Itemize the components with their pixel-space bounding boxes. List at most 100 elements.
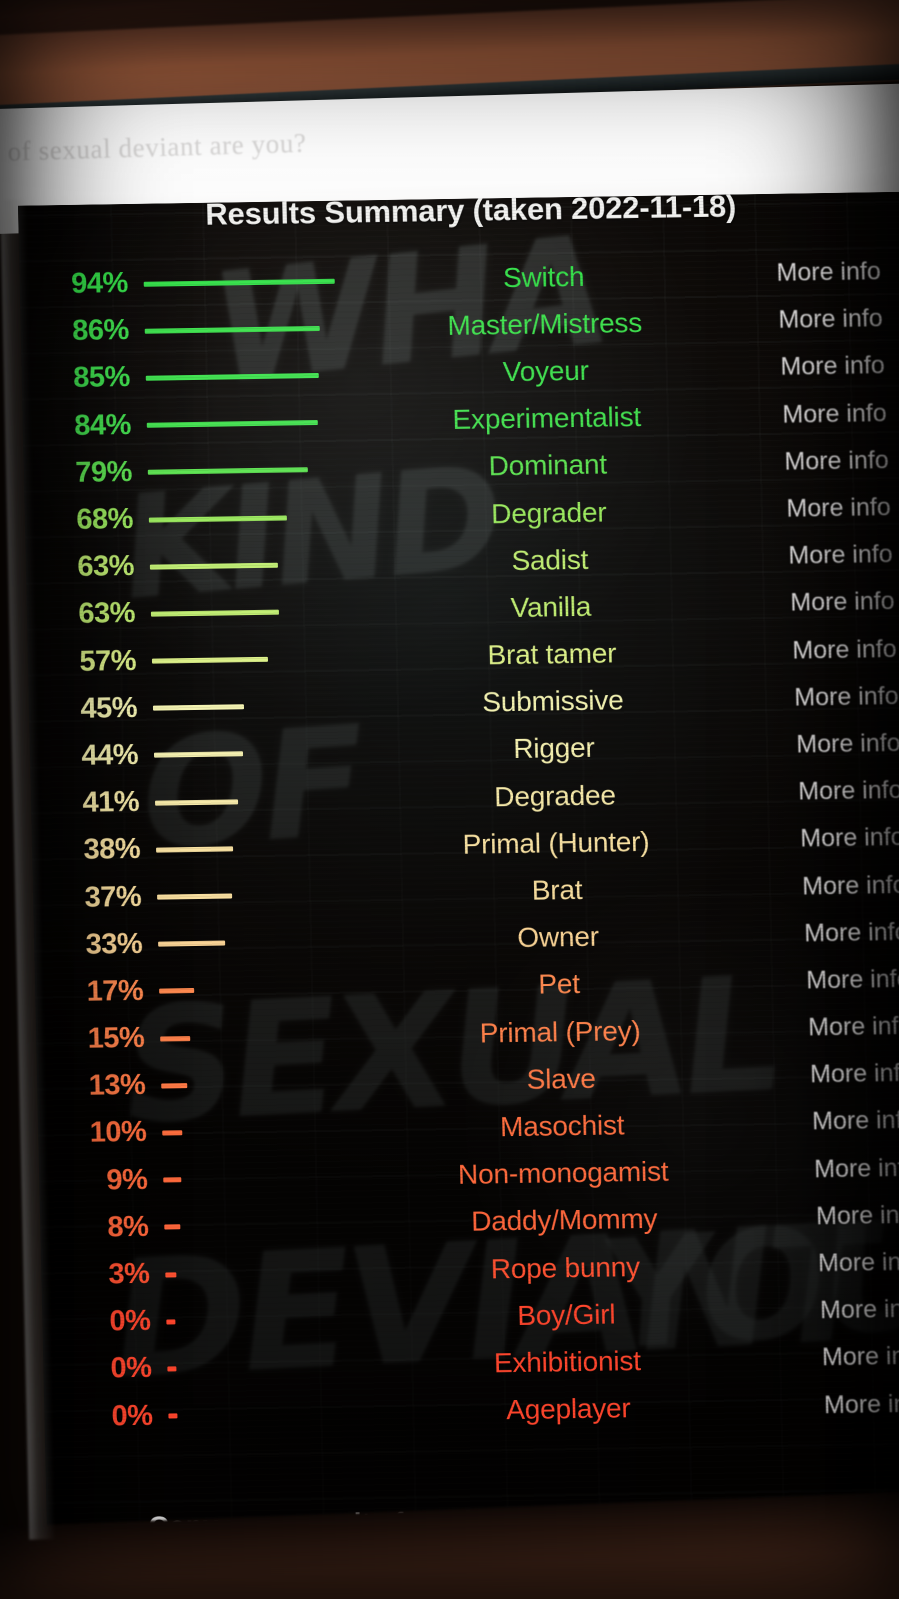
result-bar [148, 515, 287, 523]
result-bar [165, 1271, 177, 1278]
result-label: Brat [531, 873, 583, 906]
more-info-link[interactable]: More info [736, 351, 899, 383]
more-info-link[interactable]: More info [734, 304, 899, 336]
result-label: Master/Mistress [447, 306, 643, 341]
result-percent: 3% [108, 1257, 150, 1291]
result-label: Masochist [499, 1109, 625, 1143]
more-info-link[interactable]: More info [732, 257, 899, 289]
result-percent: 38% [83, 833, 141, 867]
result-bar-track [155, 964, 371, 1015]
more-info-link[interactable]: More info [758, 870, 899, 902]
result-percent: 33% [85, 927, 143, 961]
result-bar-track [146, 587, 362, 638]
result-percent: 85% [72, 361, 131, 395]
result-bar [152, 704, 245, 711]
result-label: Boy/Girl [516, 1298, 616, 1331]
results-panel-wrapper: WHA KIND OF SEXUAL DEVIANT YOU Results S… [0, 191, 899, 1536]
more-info-link[interactable]: More info [778, 1341, 899, 1373]
result-percent: 13% [88, 1069, 146, 1102]
result-label: Submissive [482, 684, 624, 718]
more-info-link[interactable]: More info [762, 964, 899, 996]
more-info-link[interactable]: More info [744, 540, 899, 572]
result-bar [157, 893, 233, 900]
more-info-link[interactable]: More info [764, 1011, 899, 1043]
result-bar-track [150, 728, 366, 779]
result-percent: 15% [87, 1021, 145, 1055]
result-bar-track [143, 445, 359, 496]
more-info-link[interactable]: More info [776, 1294, 899, 1326]
result-bar [151, 656, 269, 664]
result-label: Brat tamer [487, 637, 617, 671]
more-info-link[interactable]: More info [768, 1105, 899, 1137]
more-info-link[interactable]: More info [774, 1247, 899, 1279]
result-label: Rope bunny [490, 1250, 641, 1284]
more-info-link[interactable]: More info [748, 634, 899, 666]
more-info-link[interactable]: More info [746, 587, 899, 619]
result-bar-track [160, 1200, 376, 1251]
results-panel: WHA KIND OF SEXUAL DEVIANT YOU Results S… [17, 191, 899, 1536]
result-percent: 86% [71, 314, 130, 348]
result-bar-track [148, 681, 364, 732]
result-percent: 10% [89, 1116, 147, 1150]
more-info-link[interactable]: More info [760, 917, 899, 949]
result-label: Owner [516, 920, 600, 954]
result-bar-track [154, 917, 370, 968]
result-percent: 45% [80, 691, 138, 725]
result-bar [150, 609, 279, 617]
result-bar-track [144, 492, 360, 543]
more-info-link[interactable]: More info [780, 1388, 899, 1420]
result-bar [155, 798, 239, 806]
result-bar-track [139, 256, 355, 307]
result-percent: 68% [75, 502, 134, 536]
result-bar [164, 1224, 181, 1230]
result-percent: 0% [111, 1399, 153, 1432]
result-bar-track [145, 539, 361, 590]
result-bar [145, 372, 319, 381]
result-label: Voyeur [502, 354, 590, 388]
result-bar [160, 1035, 191, 1042]
result-percent: 63% [78, 597, 136, 631]
result-label: Daddy/Mommy [470, 1203, 658, 1238]
result-bar-track [158, 1106, 374, 1157]
more-info-link[interactable]: More info [756, 823, 899, 855]
result-percent: 94% [70, 267, 129, 300]
result-bar-track [164, 1389, 380, 1440]
result-bar-track [162, 1294, 378, 1345]
result-bar [146, 420, 318, 428]
more-info-link[interactable]: More info [772, 1200, 899, 1232]
result-percent: 0% [110, 1352, 152, 1385]
result-label: Degradee [493, 779, 617, 812]
result-label: Rigger [512, 732, 595, 765]
more-info-link[interactable]: More info [742, 492, 899, 524]
more-info-link[interactable]: More info [770, 1153, 899, 1185]
result-percent: 44% [81, 738, 139, 772]
result-bar [144, 325, 320, 334]
result-label: Non-monogamist [457, 1155, 669, 1191]
result-bar-track [151, 775, 367, 826]
result-label: Switch [502, 260, 585, 293]
result-bar-track [157, 1058, 373, 1109]
results-list: 94% Switch More info 86% Master/Mistress More… [19, 247, 899, 1441]
result-bar [161, 1082, 188, 1089]
more-info-link[interactable]: More info [738, 398, 899, 430]
result-percent: 57% [79, 644, 137, 678]
more-info-link[interactable]: More info [766, 1058, 899, 1090]
result-bar-track [163, 1341, 379, 1392]
result-bar [153, 751, 244, 759]
more-info-link[interactable]: More info [740, 445, 899, 477]
result-bar-track [159, 1153, 375, 1204]
result-bar-track [152, 823, 368, 874]
result-percent: 9% [106, 1163, 148, 1197]
more-info-link[interactable]: More info [750, 681, 899, 713]
result-bar [156, 846, 234, 853]
result-bar [168, 1413, 178, 1419]
result-bar-track [156, 1011, 372, 1062]
result-label: Sadist [511, 543, 589, 576]
result-label: Exhibitionist [493, 1344, 642, 1379]
result-label: Ageplayer [505, 1392, 631, 1426]
more-info-link[interactable]: More info [754, 775, 899, 807]
more-info-link[interactable]: More info [752, 728, 899, 760]
result-percent: 0% [109, 1304, 151, 1338]
results-content: Results Summary (taken 2022-11-18) 94% Sw… [18, 192, 899, 1536]
result-bar [166, 1319, 176, 1325]
